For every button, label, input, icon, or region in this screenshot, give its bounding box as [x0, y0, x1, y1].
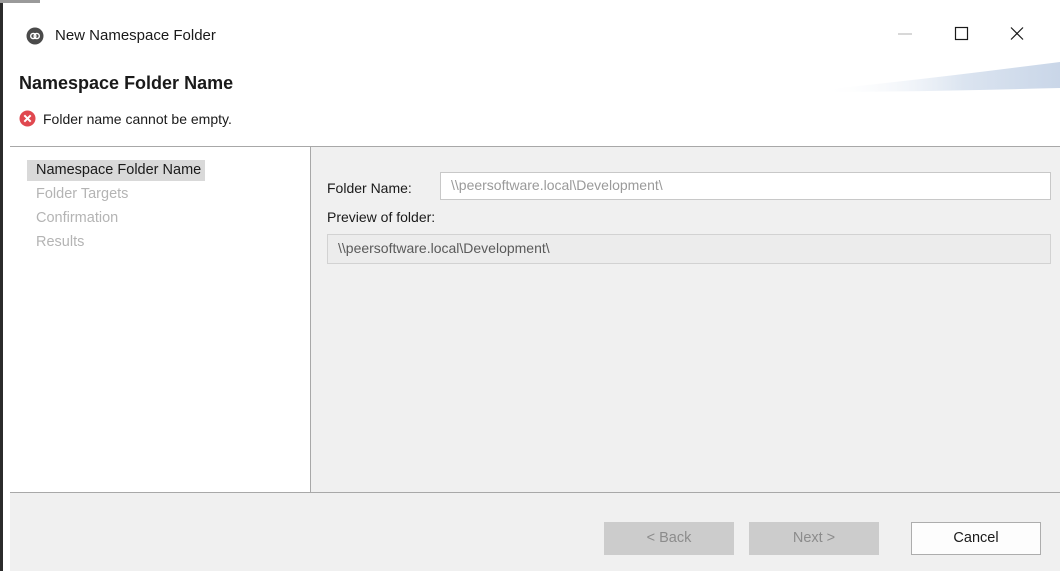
close-icon [1010, 27, 1024, 40]
maximize-icon [954, 26, 969, 41]
close-button[interactable] [994, 18, 1040, 50]
minimize-button[interactable] [882, 18, 928, 50]
nav-step-folder-targets: Folder Targets [36, 186, 129, 202]
cancel-button[interactable]: Cancel [911, 522, 1041, 555]
button-bar: < Back Next > Cancel [10, 493, 1060, 571]
wizard-steps-nav: Namespace Folder Name Folder Targets Con… [10, 147, 311, 492]
page-title: Namespace Folder Name [19, 73, 234, 93]
folder-preview-field: \\peersoftware.local\Development\ [327, 234, 1051, 264]
nav-step-namespace-folder-name[interactable]: Namespace Folder Name [27, 160, 206, 181]
nav-step-results: Results [36, 234, 85, 250]
minimize-icon [898, 33, 912, 35]
background-window-edge [0, 0, 3, 571]
header-banner-graphic [820, 62, 1060, 92]
background-window-fragment [0, 0, 40, 3]
dialog-window: New Namespace Folder Namespace Folder Na… [10, 6, 1060, 571]
app-icon [26, 27, 44, 45]
form-panel: Folder Name: \\peersoftware.local\Develo… [311, 147, 1060, 492]
maximize-button[interactable] [938, 18, 984, 50]
folder-name-input[interactable]: \\peersoftware.local\Development\ [440, 172, 1051, 200]
back-button[interactable]: < Back [604, 522, 734, 555]
folder-name-label: Folder Name: [327, 180, 412, 196]
error-icon [19, 110, 36, 127]
validation-message-text: Folder name cannot be empty. [43, 111, 232, 127]
next-button[interactable]: Next > [749, 522, 879, 555]
nav-step-confirmation: Confirmation [36, 210, 119, 226]
preview-label: Preview of folder: [327, 209, 436, 225]
window-title: New Namespace Folder [55, 27, 216, 44]
